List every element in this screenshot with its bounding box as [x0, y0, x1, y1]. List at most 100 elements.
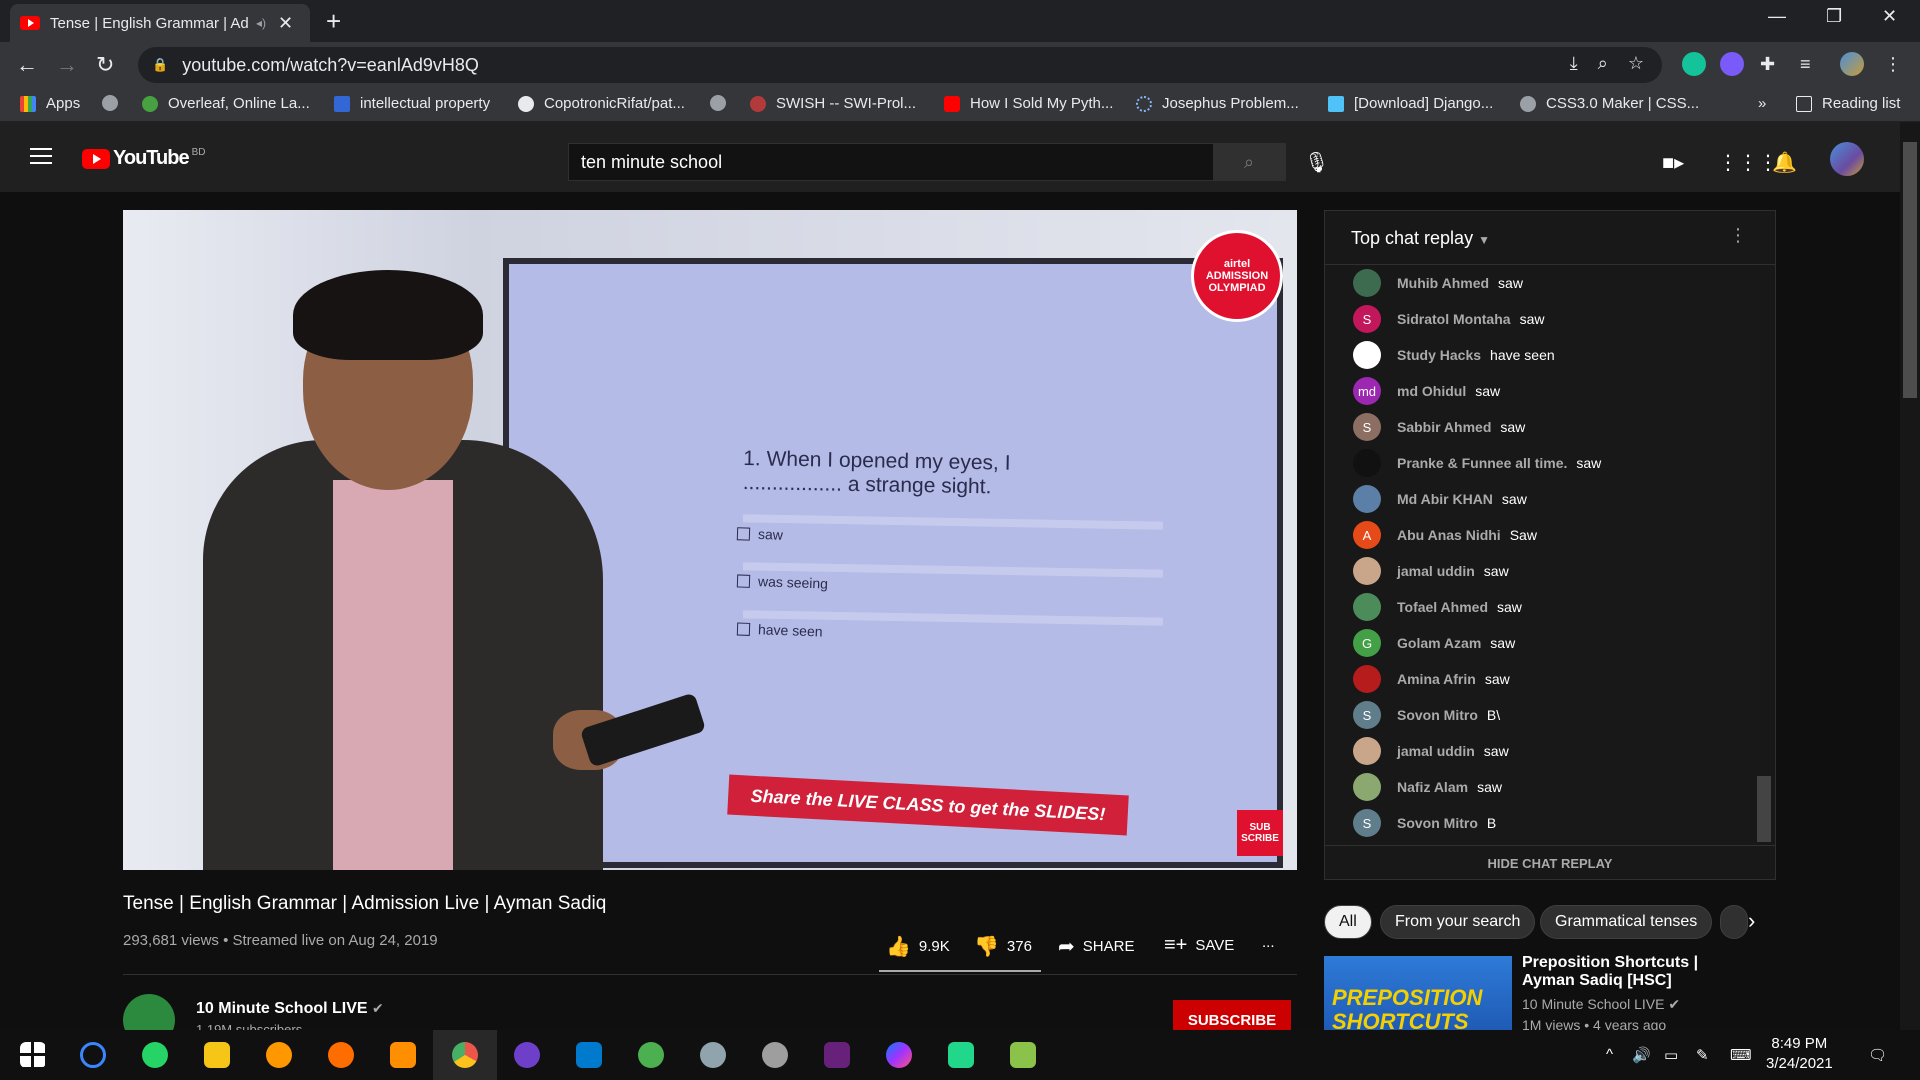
chip-all[interactable]: All [1324, 905, 1372, 939]
chat-author[interactable]: Golam Azam [1397, 635, 1481, 651]
bookmark-intellectual-property[interactable]: intellectual property [334, 95, 490, 112]
browser-tab[interactable]: Tense | English Grammar | Ad ◂) ✕ [10, 4, 310, 42]
bookmark-apps[interactable]: Apps [20, 95, 80, 112]
search-taskbar-icon[interactable] [80, 1042, 106, 1068]
chat-author[interactable]: Nafiz Alam [1397, 779, 1468, 795]
chat-avatar[interactable] [1353, 341, 1381, 369]
chat-author[interactable]: jamal uddin [1397, 563, 1475, 579]
bookmark-globe-2[interactable] [710, 95, 736, 111]
search-box[interactable]: ten minute school ⌕ [568, 143, 1286, 181]
reading-list[interactable]: Reading list [1796, 95, 1900, 112]
bookmark-globe[interactable] [102, 95, 128, 111]
chat-avatar[interactable] [1353, 773, 1381, 801]
network-icon[interactable]: ▭ [1664, 1046, 1678, 1064]
chat-author[interactable]: md Ohidul [1397, 383, 1466, 399]
chat-author[interactable]: Sovon Mitro [1397, 815, 1478, 831]
chat-message[interactable]: Md Abir KHAN saw [1353, 485, 1527, 513]
chat-message[interactable]: Amina Afrin saw [1353, 665, 1510, 693]
pen-icon[interactable]: ✎ [1696, 1046, 1709, 1064]
show-hidden-icons[interactable]: ^ [1606, 1046, 1613, 1063]
speaker-icon[interactable]: ◂) [256, 16, 266, 30]
chat-avatar[interactable]: S [1353, 413, 1381, 441]
app-icon[interactable] [638, 1042, 664, 1068]
chat-avatar[interactable]: G [1353, 629, 1381, 657]
address-bar[interactable]: 🔒 youtube.com/watch?v=eanlAd9vH8Q ⤓ ⌕ ☆ [138, 47, 1662, 83]
chrome-menu-icon[interactable]: ⋮ [1884, 54, 1902, 75]
bookmark-overleaf[interactable]: Overleaf, Online La... [142, 95, 310, 112]
profile-avatar[interactable] [1840, 52, 1864, 76]
app-icon[interactable] [266, 1042, 292, 1068]
chevron-right-icon[interactable]: › [1748, 908, 1755, 934]
bookmark-swish[interactable]: SWISH -- SWI-Prol... [750, 95, 916, 112]
chat-message[interactable]: jamal uddin saw [1353, 557, 1509, 585]
bookmark-josephus[interactable]: Josephus Problem... [1136, 95, 1299, 112]
visual-studio-icon[interactable] [824, 1042, 850, 1068]
close-tab-icon[interactable]: ✕ [278, 13, 293, 34]
chat-menu-icon[interactable]: ⋮ [1729, 225, 1747, 246]
chat-message[interactable]: S Sovon Mitro B [1353, 809, 1496, 837]
bookmark-django[interactable]: [Download] Django... [1328, 95, 1493, 112]
video-player[interactable]: 1. When I opened my eyes, I ............… [123, 210, 1297, 870]
channel-name[interactable]: 10 Minute School LIVE ✔ [196, 1000, 384, 1018]
app-icon[interactable] [390, 1042, 416, 1068]
zoom-icon[interactable]: ⌕ [1598, 53, 1608, 74]
chat-avatar[interactable] [1353, 449, 1381, 477]
chat-avatar[interactable] [1353, 557, 1381, 585]
chat-avatar[interactable]: S [1353, 305, 1381, 333]
chat-avatar[interactable]: S [1353, 809, 1381, 837]
scrollbar-thumb[interactable] [1903, 142, 1917, 398]
chip-from-your-search[interactable]: From your search [1380, 905, 1536, 939]
chat-message[interactable]: G Golam Azam saw [1353, 629, 1515, 657]
chat-message[interactable]: Pranke & Funnee all time. saw [1353, 449, 1601, 477]
lock-icon[interactable]: 🔒 [152, 57, 168, 73]
whatsapp-icon[interactable] [142, 1042, 168, 1068]
chat-message[interactable]: Nafiz Alam saw [1353, 773, 1502, 801]
media-control-icon[interactable]: ≡ [1800, 54, 1811, 75]
chip-more[interactable] [1720, 905, 1748, 939]
chat-avatar[interactable] [1353, 593, 1381, 621]
chat-message[interactable]: S Sidratol Montaha saw [1353, 305, 1544, 333]
dislike-button[interactable]: 👎 376 [974, 934, 1032, 959]
microphone-icon[interactable]: 🎙 [1304, 150, 1329, 175]
url-text[interactable]: youtube.com/watch?v=eanlAd9vH8Q [182, 55, 479, 76]
forward-icon[interactable]: → [56, 52, 78, 78]
chat-message[interactable]: jamal uddin saw [1353, 737, 1509, 765]
hide-chat-replay-button[interactable]: HIDE CHAT REPLAY [1325, 845, 1775, 881]
chat-message[interactable]: Tofael Ahmed saw [1353, 593, 1522, 621]
apps-icon[interactable]: ⋮⋮⋮ [1718, 150, 1778, 175]
save-button[interactable]: ≡+ SAVE [1164, 934, 1234, 957]
chat-scrollbar[interactable] [1757, 776, 1771, 842]
chat-avatar[interactable] [1353, 665, 1381, 693]
chat-author[interactable]: Amina Afrin [1397, 671, 1476, 687]
account-avatar[interactable] [1830, 142, 1864, 176]
notifications-bell-icon[interactable]: 🔔 [1772, 150, 1797, 175]
chat-avatar[interactable] [1353, 485, 1381, 513]
pycharm-icon[interactable] [948, 1042, 974, 1068]
windows-start-icon[interactable] [20, 1042, 46, 1068]
chat-author[interactable]: jamal uddin [1397, 743, 1475, 759]
extension-icon[interactable] [1720, 52, 1744, 76]
close-window-icon[interactable]: ✕ [1882, 6, 1897, 27]
chat-mode-dropdown[interactable]: Top chat replay ▼ [1351, 228, 1490, 249]
share-button[interactable]: ➦ SHARE [1058, 934, 1134, 959]
notifications-icon[interactable]: 🗨 [1868, 1046, 1887, 1064]
hamburger-menu-icon[interactable] [30, 148, 52, 169]
like-button[interactable]: 👍 9.9K [886, 934, 950, 959]
chat-message[interactable]: Study Hacks have seen [1353, 341, 1555, 369]
new-tab-icon[interactable]: + [326, 6, 341, 37]
star-icon[interactable]: ☆ [1628, 53, 1644, 74]
puzzle-extensions-icon[interactable]: ✚ [1760, 54, 1775, 75]
chat-message[interactable]: A Abu Anas Nidhi Saw [1353, 521, 1537, 549]
chat-message[interactable]: S Sabbir Ahmed saw [1353, 413, 1525, 441]
chip-grammatical-tenses[interactable]: Grammatical tenses [1540, 905, 1713, 939]
file-explorer-icon[interactable] [204, 1042, 230, 1068]
search-button[interactable]: ⌕ [1213, 144, 1285, 180]
youtube-logo[interactable]: YouTube BD [82, 147, 205, 170]
chat-author[interactable]: Md Abir KHAN [1397, 491, 1493, 507]
bookmark-css-maker[interactable]: CSS3.0 Maker | CSS... [1520, 95, 1699, 112]
bookmark-youtube[interactable]: How I Sold My Pyth... [944, 95, 1113, 112]
grammarly-extension-icon[interactable] [1682, 52, 1706, 76]
chrome-icon[interactable] [433, 1030, 497, 1080]
system-clock[interactable]: 8:49 PM 3/24/2021 [1766, 1034, 1833, 1074]
messenger-icon[interactable] [886, 1042, 912, 1068]
